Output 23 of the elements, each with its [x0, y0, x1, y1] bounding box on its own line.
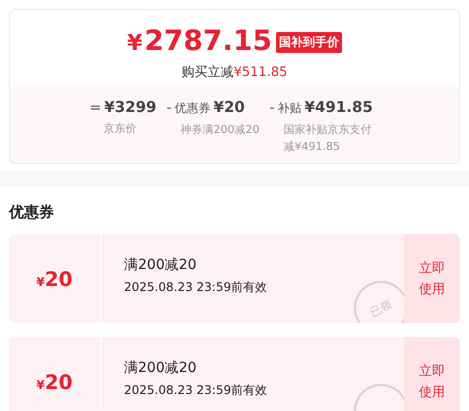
breakdown-note: 国家补贴京东支付减¥491.85: [282, 122, 372, 155]
coupon-amount: ¥20: [36, 266, 73, 290]
breakdown-amount: ¥491.85: [304, 98, 373, 116]
coupon-validity: 2025.08.23 23:59前有效: [124, 383, 268, 397]
breakdown-amount: ¥3299: [104, 98, 156, 116]
coupon-amount: ¥20: [36, 370, 73, 394]
operator: -: [166, 100, 172, 116]
final-price: ¥2787.15: [127, 24, 272, 59]
saving-text: 购买立减¥511.85: [182, 64, 288, 81]
use-now-button[interactable]: 立即使用: [404, 337, 460, 411]
operator: =: [90, 100, 102, 116]
coupon-validity: 2025.08.23 23:59前有效: [124, 280, 268, 294]
use-now-button[interactable]: 立即使用: [404, 234, 460, 323]
price-tag: 国补到手价: [276, 32, 342, 53]
breakdown-label: 优惠券: [174, 100, 211, 117]
breakdown-amount: ¥20: [214, 98, 245, 116]
coupon-condition: 满200减20: [124, 359, 198, 377]
operator: -: [269, 100, 275, 116]
breakdown-note: 神券满200减20: [179, 122, 260, 138]
coupon-condition: 满200减20: [124, 256, 198, 274]
breakdown-label: 补贴: [278, 100, 302, 117]
section-title: 优惠券: [8, 202, 55, 223]
breakdown-note: 京东价: [102, 121, 138, 137]
